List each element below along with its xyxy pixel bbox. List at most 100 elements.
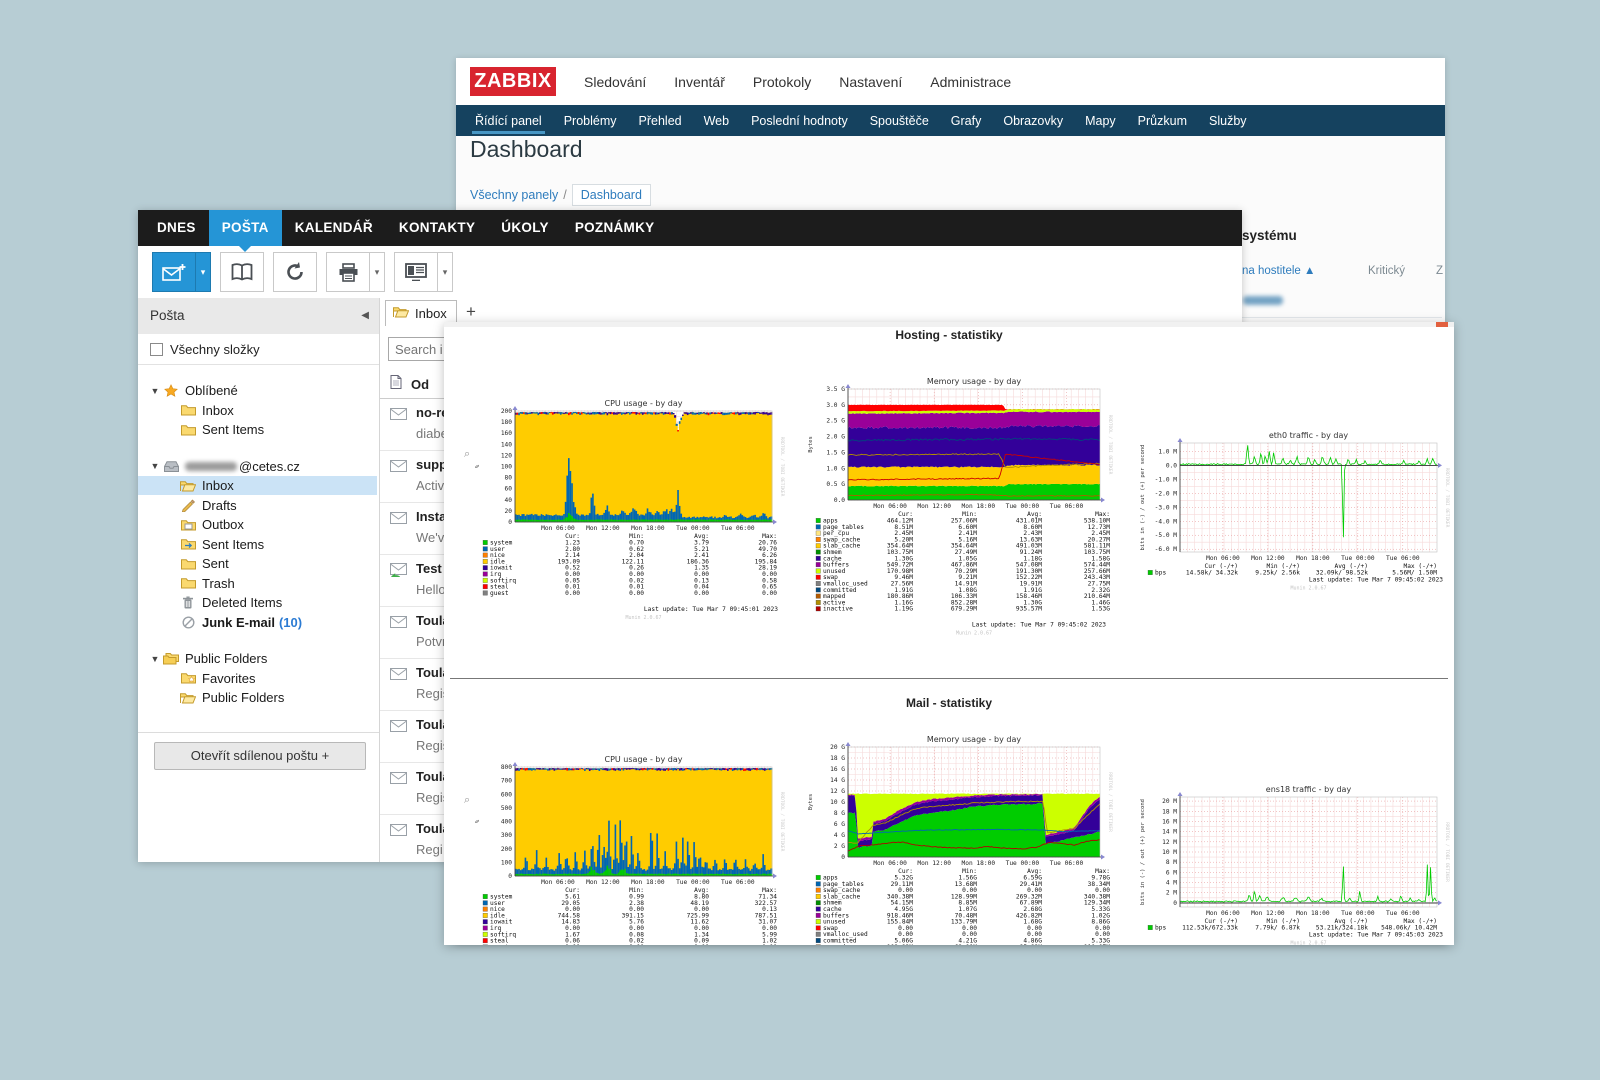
folder-open-icon [393,306,409,321]
svg-text:6 G: 6 G [834,821,845,828]
zabbix-submenu-mapy[interactable]: Mapy [1074,105,1127,136]
mail-nav-tab-kalendář[interactable]: KALENDÁŘ [282,210,386,246]
breadcrumb-dashboard[interactable]: Dashboard [572,184,651,206]
folder-junk-e-mail[interactable]: Junk E-mail(10) [138,613,377,632]
svg-text:200: 200 [501,846,512,853]
svg-text:Tue 00:00: Tue 00:00 [1006,860,1040,867]
svg-text:Last update: Tue Mar 7 09:45:: Last update: Tue Mar 7 09:45:02 2023 [972,622,1106,629]
redacted-host-link[interactable] [1243,296,1283,305]
svg-text:Mon 18:00: Mon 18:00 [962,860,996,867]
breadcrumb-all-panels[interactable]: Všechny panely [470,188,558,202]
zabbix-menu-administrace[interactable]: Administrace [930,74,1011,90]
svg-text:112.53k/672.33k: 112.53k/672.33k [1182,925,1238,932]
zabbix-menu-inventář[interactable]: Inventář [674,74,725,90]
expand-arrow-icon[interactable]: ▼ [150,654,160,664]
svg-text:800: 800 [501,764,512,771]
folder-outbox[interactable]: Outbox [138,515,377,534]
folder-trash[interactable]: Trash [138,574,377,593]
refresh-button[interactable] [273,252,317,292]
sidebar-collapse-icon[interactable]: ◀ [361,298,369,334]
print-dropdown-caret[interactable]: ▾ [370,252,385,292]
svg-text:Mon 12:00: Mon 12:00 [917,503,951,510]
mail-nav-tab-kontakty[interactable]: KONTAKTY [386,210,488,246]
mail-sidebar: Pošta ◀ Všechny složky ▼OblíbenéInboxSen… [138,298,380,862]
envelope-icon [390,511,407,529]
reading-pane-dropdown-caret[interactable]: ▾ [438,252,453,292]
expand-arrow-icon[interactable]: ▼ [150,461,160,471]
expand-arrow-icon[interactable]: ▼ [150,386,160,396]
svg-text:-6.0 M: -6.0 M [1155,546,1178,553]
zabbix-submenu-průzkum[interactable]: Průzkum [1127,105,1198,136]
mail-nav-tab-pošta[interactable]: POŠTA [209,210,282,246]
all-folders-row[interactable]: Všechny složky [138,334,379,365]
zabbix-logo[interactable]: ZABBIX [470,67,556,96]
svg-text:Tue 06:00: Tue 06:00 [721,525,755,532]
mail-preview: Activ [416,478,444,493]
zabbix-submenu-problémy[interactable]: Problémy [553,105,628,136]
svg-text:inactive: inactive [823,606,853,613]
print-button[interactable] [326,252,370,292]
folder-sent-items[interactable]: Sent Items [138,420,377,439]
breadcrumb-separator: / [563,188,566,202]
new-mail-button[interactable] [152,252,196,292]
zabbix-submenu-přehled[interactable]: Přehled [628,105,693,136]
svg-text:1.5 G: 1.5 G [826,449,845,456]
svg-text:0.00: 0.00 [565,590,580,597]
svg-text:7.79k/ 6.87k: 7.79k/ 6.87k [1255,925,1300,932]
folder-drafts[interactable]: Drafts [138,496,377,515]
folder-inbox[interactable]: Inbox [138,476,377,495]
all-folders-checkbox[interactable] [150,343,163,356]
mailbox-icon [163,461,179,472]
zabbix-menu-sledování[interactable]: Sledování [584,74,646,90]
chart-hosting-net[interactable] [1180,429,1437,552]
folder-favorites[interactable]: Favorites [138,669,377,688]
mail-nav-tab-dnes[interactable]: DNES [144,210,209,246]
chart-hosting-mem[interactable] [848,375,1100,500]
zabbix-submenu-poslední-hodnoty[interactable]: Poslední hodnoty [740,105,859,136]
folder-deleted-items[interactable]: Deleted Items [138,593,377,612]
zabbix-submenu-spouštěče[interactable]: Spouštěče [859,105,940,136]
envelope-icon [390,407,407,425]
new-mail-dropdown-caret[interactable]: ▾ [196,252,211,292]
breadcrumb: Všechny panely/Dashboard [470,188,651,202]
zabbix-menu-protokoly[interactable]: Protokoly [753,74,811,90]
folder-public-folders[interactable]: Public Folders [138,688,377,707]
folder-obl-ben-[interactable]: ▼Oblíbené [138,381,377,400]
chart-mail-net[interactable] [1180,783,1437,907]
add-tab-button[interactable]: + [466,302,476,322]
folder-inbox[interactable]: Inbox [138,401,377,420]
zabbix-submenu-obrazovky[interactable]: Obrazovky [992,105,1074,136]
reading-pane-button[interactable] [394,252,438,292]
svg-text:600: 600 [501,791,512,798]
svg-text:4 M: 4 M [1166,880,1177,887]
svg-text:1.53G: 1.53G [1091,606,1110,613]
open-shared-mail-button[interactable]: Otevřít sdílenou poštu + [154,742,366,770]
zabbix-submenu-řídící-panel[interactable]: Řídící panel [464,105,553,136]
svg-text:RRDTOOL / TOBI OETIKER: RRDTOOL / TOBI OETIKER [1107,415,1113,475]
svg-text:Mon 18:00: Mon 18:00 [962,503,996,510]
folder-open-icon [180,692,196,704]
folder-sent[interactable]: Sent [138,554,377,573]
svg-text:14 M: 14 M [1162,829,1177,836]
column-host[interactable]: na hostitele ▲ [1242,265,1315,277]
folder-sent-items[interactable]: Sent Items [138,535,377,554]
svg-text:RRDTOOL / TOBI OETIKER: RRDTOOL / TOBI OETIKER [1107,772,1113,832]
folder--cetes-cz[interactable]: ▼@cetes.cz [138,457,377,476]
chart-mail-cpu[interactable] [515,753,772,876]
zabbix-submenu-grafy[interactable]: Grafy [940,105,993,136]
folder-public-folders[interactable]: ▼Public Folders [138,649,377,668]
chart-mail-mem[interactable] [848,733,1100,857]
chart-hosting-cpu[interactable] [515,397,772,522]
zabbix-submenu-služby[interactable]: Služby [1198,105,1258,136]
zabbix-submenu-web[interactable]: Web [693,105,740,136]
zabbix-menu-nastavení[interactable]: Nastavení [839,74,902,90]
folder-fav-icon [180,672,196,684]
svg-text:Mon 06:00: Mon 06:00 [873,860,907,867]
mail-nav-tab-poznámky[interactable]: POZNÁMKY [562,210,668,246]
svg-text:0.00: 0.00 [629,944,644,945]
svg-text:180: 180 [501,419,512,426]
svg-text:0.00: 0.00 [694,590,709,597]
address-book-button[interactable] [220,252,264,292]
mail-nav-tab-úkoly[interactable]: ÚKOLY [488,210,562,246]
svg-text:Tue 00:00: Tue 00:00 [1341,555,1375,562]
